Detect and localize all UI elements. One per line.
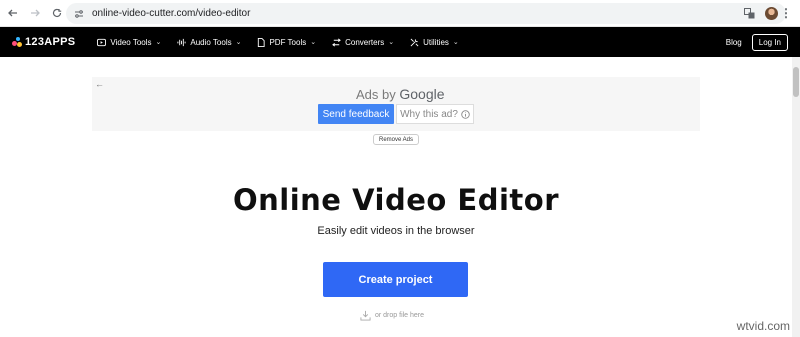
menu-label: PDF Tools	[269, 37, 307, 47]
menu-item-video-tools[interactable]: Video Tools ⌄	[89, 27, 169, 57]
chevron-down-icon: ⌄	[310, 39, 317, 46]
info-icon	[461, 109, 470, 119]
menu-label: Video Tools	[110, 37, 152, 47]
audio-wave-icon	[177, 38, 186, 46]
arrow-right-icon	[31, 9, 40, 17]
blog-link[interactable]: Blog	[726, 38, 742, 47]
ads-by-prefix: Ads by	[356, 87, 400, 102]
chevron-down-icon: ⌄	[388, 39, 395, 46]
chevron-down-icon: ⌄	[235, 39, 242, 46]
page-title: Online Video Editor	[232, 183, 559, 217]
back-arrow-icon[interactable]: ←	[95, 79, 104, 89]
page-scrollbar[interactable]	[792, 57, 800, 337]
menu-label: Converters	[345, 37, 385, 47]
logo-text: 123APPS	[25, 36, 76, 48]
play-icon	[97, 38, 107, 46]
address-bar[interactable]: online-video-cutter.com/video-editor	[66, 3, 786, 24]
why-this-ad-label: Why this ad?	[400, 108, 458, 120]
create-project-button[interactable]: Create project	[323, 262, 468, 297]
chevron-down-icon: ⌄	[155, 39, 162, 46]
login-button[interactable]: Log In	[751, 33, 788, 51]
chevron-down-icon: ⌄	[452, 39, 459, 46]
page-subtitle: Easily edit videos in the browser	[317, 225, 475, 237]
profile-avatar[interactable]	[765, 7, 778, 20]
logo[interactable]: 123APPS	[12, 36, 75, 48]
site-navbar: 123APPS Video Tools ⌄ Audio Tools ⌄ PDF …	[0, 27, 800, 57]
ad-banner: ← Ads by Google Send feedback Why this a…	[92, 77, 700, 131]
main-menu: Video Tools ⌄ Audio Tools ⌄ PDF Tools ⌄ …	[89, 27, 466, 57]
watermark: wtvid.com	[736, 319, 790, 333]
why-this-ad-button[interactable]: Why this ad?	[396, 104, 474, 124]
menu-label: Audio Tools	[190, 37, 232, 47]
url-text[interactable]: online-video-cutter.com/video-editor	[92, 8, 250, 19]
drop-hint: or drop file here	[375, 312, 425, 319]
forward-button[interactable]	[24, 2, 46, 24]
logo-icon	[12, 37, 22, 47]
scrollbar-thumb[interactable]	[793, 67, 799, 97]
ads-by-google: Ads by Google	[356, 86, 445, 102]
translate-icon[interactable]	[744, 8, 755, 19]
send-feedback-button[interactable]: Send feedback	[318, 104, 394, 124]
drop-zone[interactable]: or drop file here	[360, 310, 424, 321]
convert-icon	[332, 38, 341, 46]
menu-label: Utilities	[423, 37, 449, 47]
download-icon	[360, 310, 371, 321]
reload-icon	[52, 8, 62, 18]
menu-item-converters[interactable]: Converters ⌄	[324, 27, 402, 57]
tools-icon	[410, 38, 419, 46]
remove-ads-button[interactable]: Remove Ads	[373, 134, 419, 145]
menu-item-audio-tools[interactable]: Audio Tools ⌄	[169, 27, 249, 57]
document-icon	[258, 37, 266, 47]
menu-item-pdf-tools[interactable]: PDF Tools ⌄	[249, 27, 324, 57]
ads-by-brand: Google	[399, 86, 445, 102]
site-info-icon[interactable]	[74, 9, 84, 19]
browser-toolbar: online-video-cutter.com/video-editor ⋮	[0, 0, 800, 27]
reload-button[interactable]	[46, 2, 68, 24]
more-vertical-icon[interactable]: ⋮	[780, 6, 792, 20]
back-button[interactable]	[2, 2, 24, 24]
arrow-left-icon	[8, 9, 17, 17]
menu-item-utilities[interactable]: Utilities ⌄	[402, 27, 467, 57]
